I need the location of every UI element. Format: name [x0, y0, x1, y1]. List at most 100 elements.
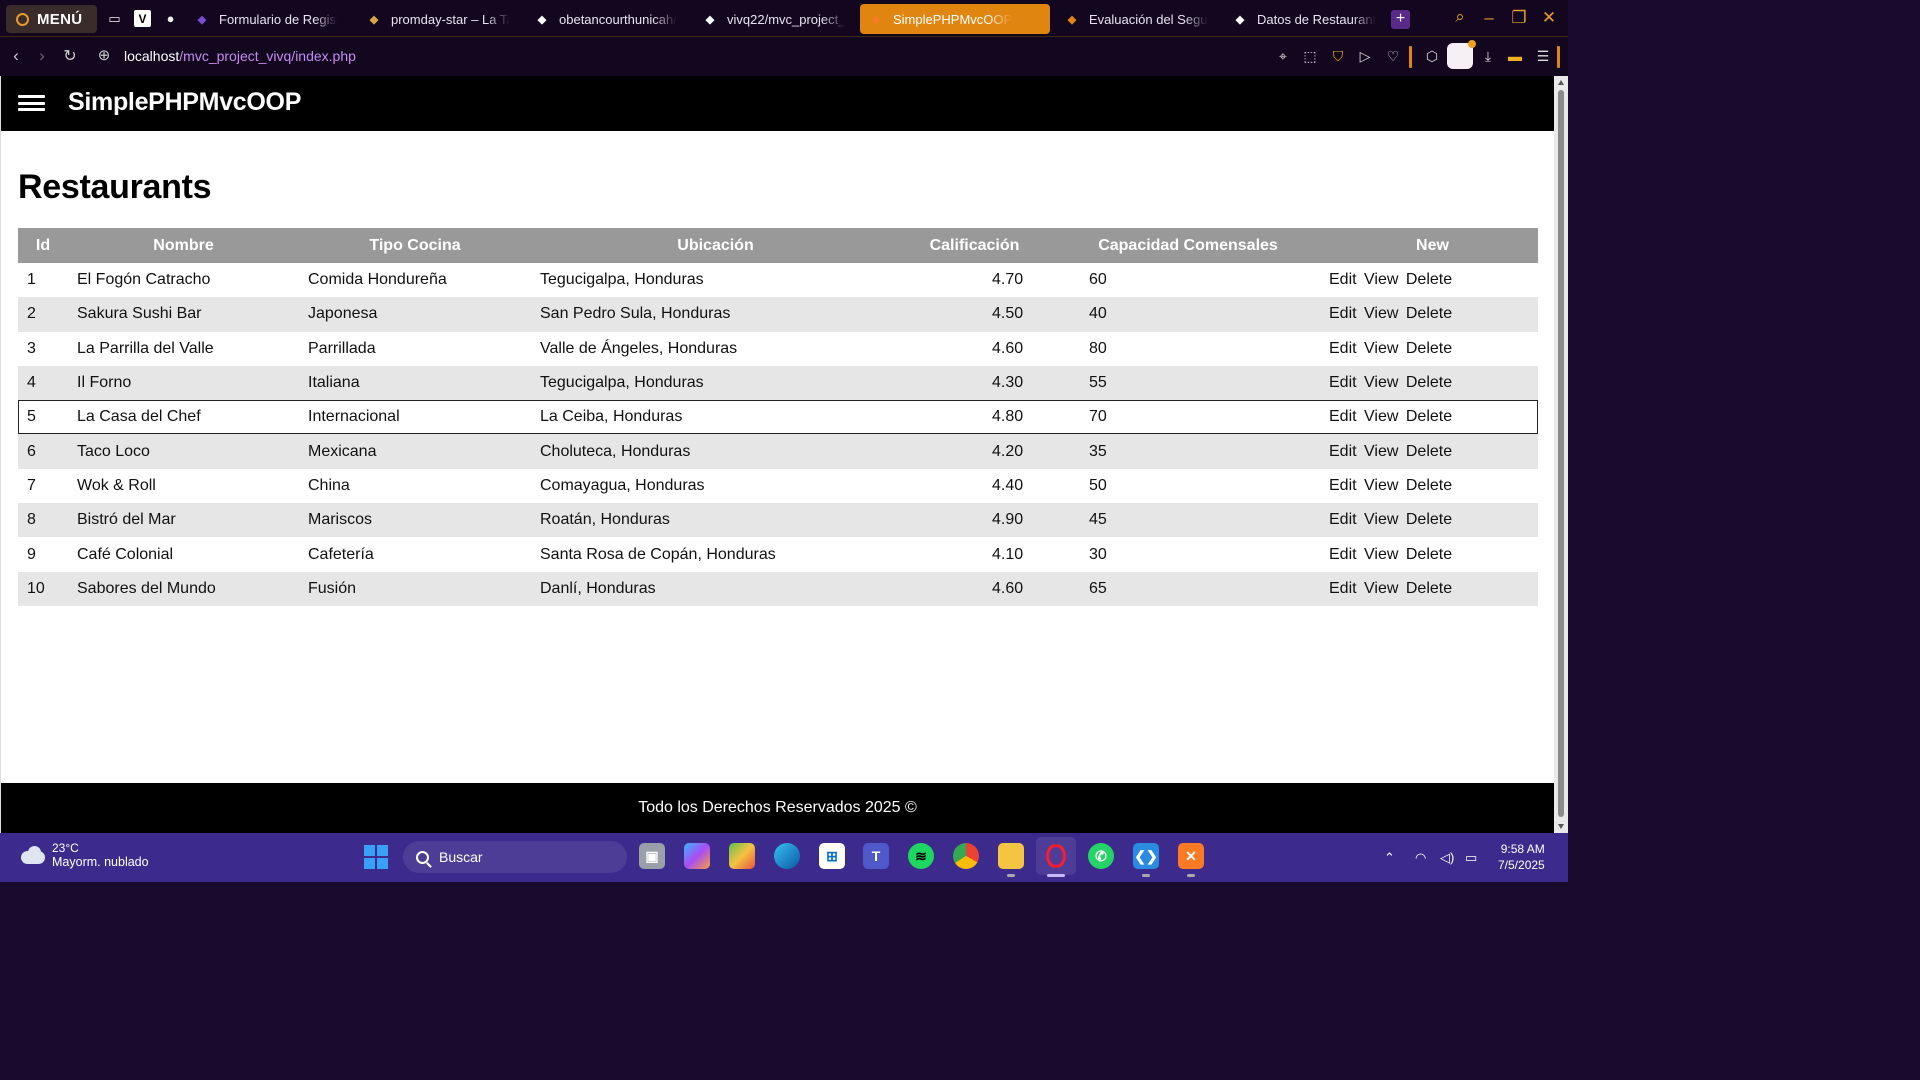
edit-link[interactable]: Edit: [1329, 443, 1357, 460]
cell-id: 3: [27, 339, 36, 357]
edge-icon[interactable]: [774, 843, 800, 869]
show-hidden-icons-icon[interactable]: ⌃: [1384, 850, 1395, 866]
delete-link[interactable]: Delete: [1406, 443, 1452, 460]
edit-link[interactable]: Edit: [1329, 374, 1357, 391]
search-icon: [416, 850, 429, 864]
view-link[interactable]: View: [1364, 305, 1398, 322]
heart-icon[interactable]: ♡: [1384, 47, 1402, 65]
wifi-icon[interactable]: ◠: [1415, 850, 1426, 866]
view-link[interactable]: View: [1364, 546, 1398, 563]
xampp-icon[interactable]: ✕: [1178, 843, 1204, 869]
new-tab-button[interactable]: +: [1391, 10, 1410, 29]
browser-tab[interactable]: ◆ Datos de Restaurantes: [1224, 4, 1384, 34]
download-icon[interactable]: ⤓: [1479, 47, 1497, 65]
delete-link[interactable]: Delete: [1406, 580, 1452, 597]
workspace-icon[interactable]: ▭: [106, 10, 123, 27]
site-title[interactable]: SimplePHPMvcOOP: [68, 88, 301, 117]
v-icon[interactable]: V: [134, 10, 151, 27]
system-clock[interactable]: 9:58 AM 7/5/2025: [1498, 841, 1545, 873]
delete-link[interactable]: Delete: [1406, 511, 1452, 528]
edit-link[interactable]: Edit: [1329, 477, 1357, 494]
edit-link[interactable]: Edit: [1329, 546, 1357, 563]
view-link[interactable]: View: [1364, 374, 1398, 391]
taskbar-search[interactable]: Buscar: [403, 841, 627, 873]
microsoft-store-icon[interactable]: ⊞: [819, 843, 845, 869]
opera-taskbar-button[interactable]: [1036, 837, 1076, 875]
scroll-thumb[interactable]: [1558, 90, 1564, 817]
table-row: 7 Wok & Roll China Comayagua, Honduras 4.40 5…: [18, 469, 1538, 503]
spotify-icon[interactable]: ≋: [908, 843, 934, 869]
pin-icon[interactable]: ⌖: [1274, 47, 1292, 65]
reload-icon[interactable]: ↻: [60, 46, 80, 66]
cell-id: 6: [18, 434, 68, 469]
browser-tab[interactable]: ◆ Formulario de Registro: [186, 4, 346, 34]
whatsapp-icon[interactable]: ✆: [1088, 843, 1114, 869]
edit-link[interactable]: Edit: [1329, 340, 1357, 357]
browser-tab[interactable]: ◆ SimplePHPMvcOOP: [860, 4, 1050, 34]
view-link[interactable]: View: [1364, 477, 1398, 494]
edit-link[interactable]: Edit: [1329, 511, 1357, 528]
snapshot-icon[interactable]: ⬚: [1301, 47, 1319, 65]
page-scrollbar[interactable]: [1554, 76, 1568, 833]
site-info-icon[interactable]: ⊕: [94, 46, 114, 64]
delete-link[interactable]: Delete: [1406, 374, 1452, 391]
restore-icon[interactable]: ❐: [1508, 8, 1530, 28]
delete-link[interactable]: Delete: [1406, 546, 1452, 563]
battery-saver-icon[interactable]: ▬: [1506, 47, 1524, 65]
volume-icon[interactable]: ◁): [1440, 850, 1454, 866]
back-icon[interactable]: ‹: [6, 46, 26, 66]
view-link[interactable]: View: [1364, 271, 1398, 288]
view-link[interactable]: View: [1364, 580, 1398, 597]
send-icon[interactable]: ▷: [1356, 47, 1374, 65]
scroll-up-icon[interactable]: [1558, 80, 1564, 85]
extensions-icon[interactable]: ⬡: [1423, 47, 1441, 65]
forward-icon[interactable]: ›: [32, 46, 52, 66]
edit-link[interactable]: Edit: [1329, 580, 1357, 597]
delete-link[interactable]: Delete: [1406, 271, 1452, 288]
new-restaurant-link[interactable]: New: [1327, 228, 1538, 263]
chrome-icon[interactable]: [953, 843, 979, 869]
cell-tipo: Japonesa: [299, 297, 531, 332]
close-window-icon[interactable]: ✕: [1538, 8, 1560, 28]
scroll-down-icon[interactable]: [1558, 824, 1564, 829]
cell-id: 9: [27, 545, 36, 563]
browser-menu-button[interactable]: MENÚ: [6, 5, 97, 33]
view-link[interactable]: View: [1364, 340, 1398, 357]
task-view-icon[interactable]: ▣: [639, 843, 665, 869]
edit-link[interactable]: Edit: [1329, 305, 1357, 322]
easy-setup-icon[interactable]: ☰: [1534, 47, 1552, 65]
delete-link[interactable]: Delete: [1406, 305, 1452, 322]
copilot-icon[interactable]: [684, 843, 710, 869]
widgets-icon[interactable]: [729, 843, 755, 869]
browser-tab[interactable]: ◆ Evaluación del Seguimiento: [1056, 4, 1216, 34]
delete-link[interactable]: Delete: [1406, 408, 1452, 425]
cell-capacidad: 55: [1049, 365, 1327, 401]
profile-avatar[interactable]: [1447, 40, 1476, 69]
github-icon[interactable]: ●: [162, 10, 179, 27]
minimize-icon[interactable]: –: [1478, 8, 1500, 28]
vscode-icon[interactable]: ❮❯: [1133, 843, 1159, 869]
adblock-shield-icon[interactable]: ⛉: [1329, 47, 1347, 65]
windows-start-icon[interactable]: [364, 845, 388, 869]
browser-tab[interactable]: ◆ vivq22/mvc_project_: [694, 4, 854, 34]
search-tabs-icon[interactable]: ⌕: [1449, 7, 1471, 27]
cell-ubicacion: Santa Rosa de Copán, Honduras: [540, 545, 776, 563]
view-link[interactable]: View: [1364, 511, 1398, 528]
cell-id: 10: [18, 571, 68, 606]
view-link[interactable]: View: [1364, 443, 1398, 460]
weather-widget[interactable]: 23°C Mayorm. nublado: [19, 841, 149, 869]
edit-link[interactable]: Edit: [1329, 408, 1357, 425]
browser-tab[interactable]: ◆ obetancourthunicah/: [526, 4, 686, 34]
url-field[interactable]: localhost/mvc_project_vivq/index.php: [124, 48, 356, 64]
edit-link[interactable]: Edit: [1329, 271, 1357, 288]
file-explorer-icon[interactable]: [998, 843, 1024, 869]
view-link[interactable]: View: [1364, 408, 1398, 425]
page-icon: ◆: [369, 13, 379, 26]
browser-tab[interactable]: ◆ promday-star – La Tarea: [358, 4, 518, 34]
cell-actions: Edit View Delete: [1327, 332, 1538, 366]
battery-icon[interactable]: ▭: [1465, 850, 1477, 866]
hamburger-menu-icon[interactable]: [18, 95, 45, 111]
delete-link[interactable]: Delete: [1406, 340, 1452, 357]
delete-link[interactable]: Delete: [1406, 477, 1452, 494]
teams-icon[interactable]: T: [863, 843, 889, 869]
